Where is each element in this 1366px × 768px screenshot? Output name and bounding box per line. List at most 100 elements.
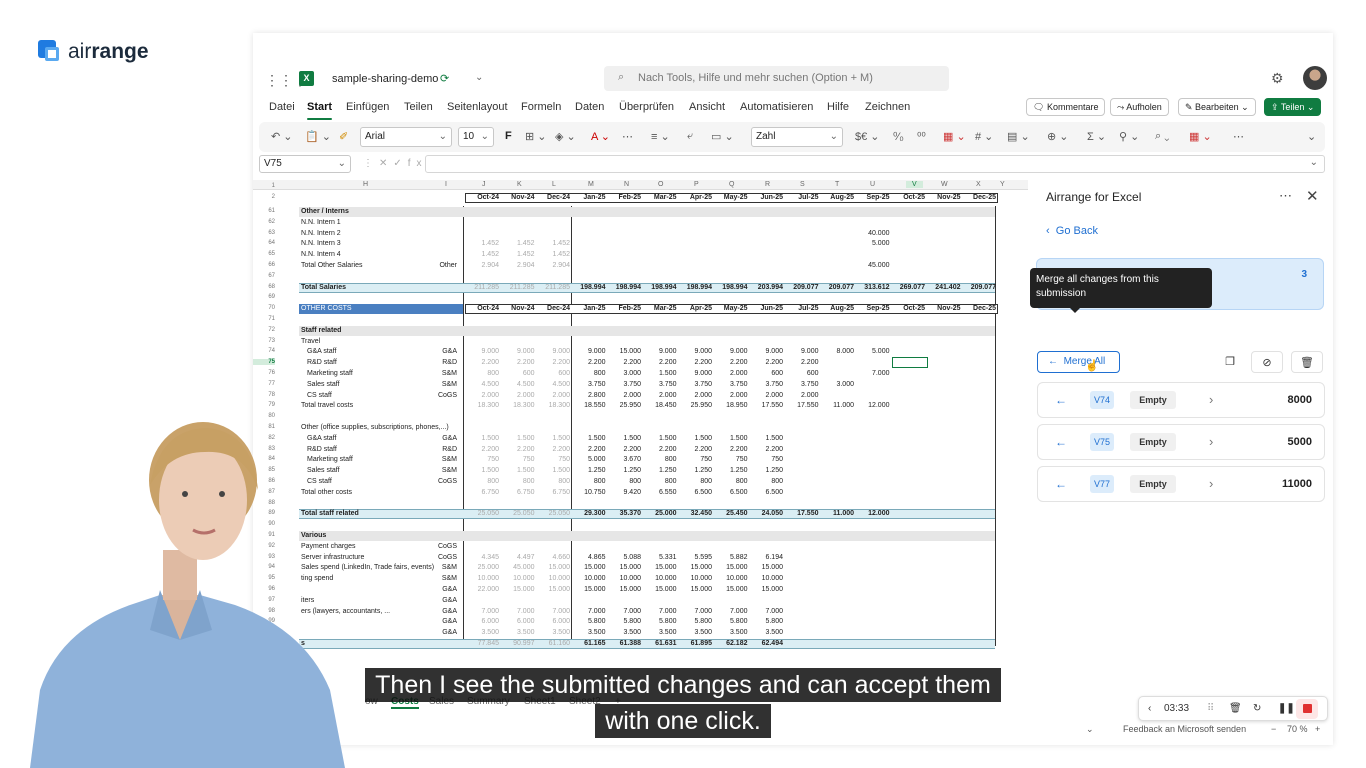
column-header[interactable]: I [445, 181, 447, 188]
row-number[interactable]: 61 [253, 208, 275, 214]
tab-teilen[interactable]: Teilen [404, 101, 433, 113]
copy-icon[interactable]: ❐ [1214, 351, 1246, 373]
column-header[interactable]: O [658, 181, 663, 188]
column-header[interactable]: N [624, 181, 629, 188]
arrow-left-icon[interactable]: ← [1055, 435, 1067, 449]
row-number[interactable]: 1 [253, 183, 275, 189]
align-icon[interactable]: ≡ ⌄ [651, 130, 670, 143]
tab-datei[interactable]: Datei [269, 101, 295, 113]
row-number[interactable]: 63 [253, 230, 275, 236]
column-header[interactable]: X [976, 181, 981, 188]
row-number[interactable]: 72 [253, 327, 275, 333]
chevron-down-icon[interactable]: ⌄ [1310, 157, 1318, 168]
fill-color-icon[interactable]: ◈ ⌄ [555, 130, 576, 143]
row-number[interactable]: 70 [253, 305, 275, 311]
tab-start[interactable]: Start [307, 101, 333, 120]
feedback-link[interactable]: Feedback an Microsoft senden [1123, 724, 1246, 734]
tab-ueberpruefen[interactable]: Überprüfen [619, 101, 674, 113]
sum-icon[interactable]: Σ ⌄ [1087, 130, 1106, 143]
font-family-select[interactable]: Arial ⌄ [360, 127, 452, 147]
row-number[interactable]: 62 [253, 219, 275, 225]
catchup-button[interactable]: ⤳ Aufholen [1110, 98, 1169, 116]
wrap-text-icon[interactable]: ⤶ [687, 130, 693, 143]
column-header[interactable]: Y [1000, 181, 1005, 188]
restart-icon[interactable]: ↻ [1253, 703, 1261, 714]
more-options-icon[interactable]: ⋯ [1233, 130, 1244, 143]
delete-icon[interactable]: 🗑 [1229, 703, 1242, 714]
change-item[interactable]: ← V75 Empty › 5000 [1037, 424, 1325, 460]
row-number[interactable]: 67 [253, 273, 275, 279]
column-header[interactable]: L [552, 181, 556, 188]
conditional-format-icon[interactable]: ▦ ⌄ [943, 130, 966, 143]
search-input[interactable]: ⌕ Nach Tools, Hilfe und mehr suchen (Opt… [604, 66, 949, 91]
insert-cells-icon[interactable]: ⊕ ⌄ [1047, 130, 1069, 143]
cell-styles-icon[interactable]: ▤ ⌄ [1007, 130, 1030, 143]
column-header[interactable]: P [694, 181, 699, 188]
table-icon[interactable]: # ⌄ [975, 130, 993, 143]
row-number[interactable]: 71 [253, 316, 275, 322]
tab-seitenlayout[interactable]: Seitenlayout [447, 101, 508, 113]
tab-formeln[interactable]: Formeln [521, 101, 561, 113]
more-icon[interactable]: ⋯ [1279, 188, 1293, 204]
file-name[interactable]: sample-sharing-demo [332, 73, 438, 85]
undo-icon[interactable]: ↶ ⌄ [271, 130, 293, 143]
paste-icon[interactable]: 📋 ⌄ [305, 130, 331, 143]
close-icon[interactable]: ✕ [1306, 187, 1319, 205]
column-header[interactable]: H [363, 181, 368, 188]
tab-daten[interactable]: Daten [575, 101, 604, 113]
pause-icon[interactable]: ❚❚ [1278, 703, 1295, 714]
more-font-icon[interactable]: ⋯ [622, 130, 633, 143]
column-header[interactable]: U [870, 181, 875, 188]
cell-ref-badge[interactable]: V74 [1090, 391, 1114, 409]
selected-cell[interactable] [892, 357, 928, 369]
merge-all-button[interactable]: ← Merge All ☝ [1037, 351, 1120, 373]
column-header[interactable]: S [800, 181, 805, 188]
cell-ref-badge[interactable]: V77 [1090, 475, 1114, 493]
row-number[interactable]: 65 [253, 251, 275, 257]
change-item[interactable]: ← V74 Empty › 8000 [1037, 382, 1325, 418]
column-header[interactable]: K [517, 181, 522, 188]
tab-ansicht[interactable]: Ansicht [689, 101, 725, 113]
row-number[interactable]: 66 [253, 262, 275, 268]
collapse-ribbon-icon[interactable]: ⌄ [1307, 130, 1316, 143]
row-number[interactable]: 68 [253, 284, 275, 290]
tab-hilfe[interactable]: Hilfe [827, 101, 849, 113]
name-box[interactable]: V75 ⌄ [259, 155, 351, 173]
change-item[interactable]: ← V77 Empty › 11000 [1037, 466, 1325, 502]
tab-einfuegen[interactable]: Einfügen [346, 101, 389, 113]
column-header[interactable]: W [941, 181, 948, 188]
currency-icon[interactable]: $€ ⌄ [855, 130, 880, 143]
go-back-link[interactable]: ‹ Go Back [1046, 225, 1098, 237]
row-number[interactable]: 64 [253, 240, 275, 246]
gear-icon[interactable]: ⚙ [1271, 70, 1284, 87]
row-number[interactable]: 77 [253, 381, 275, 387]
column-header[interactable]: T [835, 181, 839, 188]
share-button[interactable]: ⇪ Teilen ⌄ [1264, 98, 1322, 116]
avatar[interactable] [1303, 66, 1327, 90]
arrow-left-icon[interactable]: ← [1055, 393, 1067, 407]
sort-filter-icon[interactable]: ⚲ ⌄ [1119, 130, 1139, 143]
font-color-icon[interactable]: A ⌄ [591, 130, 610, 143]
column-header[interactable]: J [482, 181, 486, 188]
row-number[interactable]: 74 [253, 348, 275, 354]
format-painter-icon[interactable]: ✐ [339, 130, 348, 143]
column-header[interactable]: V [906, 181, 923, 188]
row-number[interactable]: 75 [253, 359, 275, 366]
stop-icon[interactable] [1303, 704, 1312, 713]
decimal-decrease-icon[interactable]: ⁰⁰ [917, 130, 926, 143]
chevron-down-icon[interactable]: ⌄ [1086, 724, 1094, 735]
tab-automatisieren[interactable]: Automatisieren [740, 101, 813, 113]
formula-input[interactable]: ⌄ [425, 155, 1325, 173]
column-header[interactable]: M [588, 181, 594, 188]
drag-handle-icon[interactable]: ⠿ [1207, 703, 1214, 714]
find-icon[interactable]: ⌕ ⌄ [1155, 130, 1169, 143]
row-number[interactable]: 69 [253, 294, 275, 300]
decimal-icon[interactable]: ⁰⁄₀ [893, 130, 904, 143]
borders-icon[interactable]: ⊞ ⌄ [525, 130, 547, 143]
row-number[interactable]: 2 [253, 194, 275, 200]
addins-icon[interactable]: ▦ ⌄ [1189, 130, 1212, 143]
delete-icon[interactable]: 🗑 [1291, 351, 1323, 373]
chevron-left-icon[interactable]: ‹ [1148, 703, 1151, 714]
cell-ref-badge[interactable]: V75 [1090, 433, 1114, 451]
hide-icon[interactable]: ⊘ [1251, 351, 1283, 373]
